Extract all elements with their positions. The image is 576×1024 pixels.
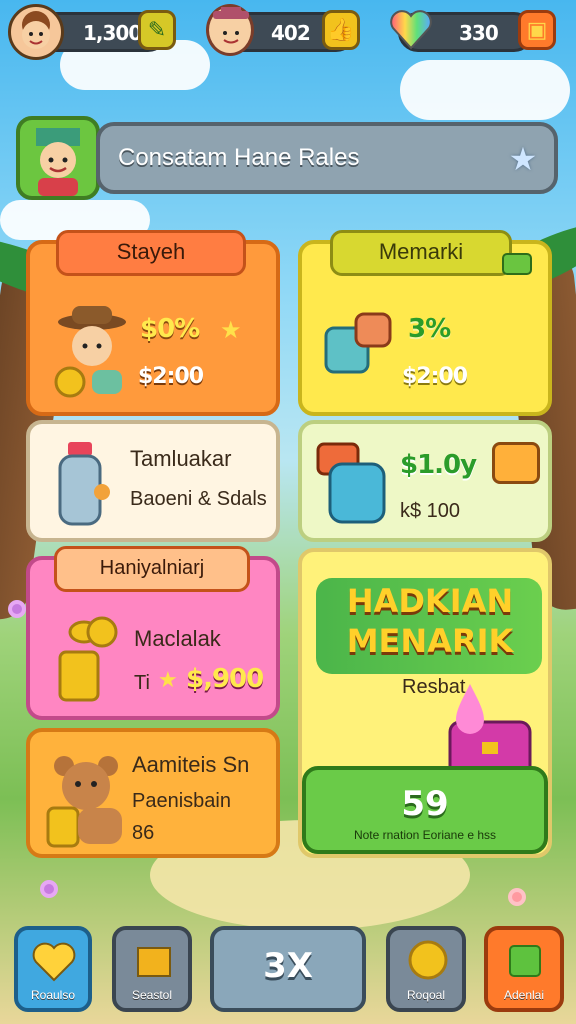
promo-count: 59 [401, 784, 449, 824]
nav-label: Roaulso [30, 988, 76, 1002]
stayeh-price: $2:00 [138, 364, 204, 389]
aamiteis-value: 86 [132, 822, 155, 844]
nav-center-button[interactable]: 3X [210, 926, 366, 1012]
gift-icon [500, 246, 534, 276]
nav-label: Seastol [131, 988, 173, 1002]
promo-claim-button[interactable]: 59 Note rnation Eoriane e hss [302, 766, 548, 854]
gift-icon [504, 938, 548, 982]
nav-label: Adenlai [503, 988, 545, 1002]
flower [8, 600, 26, 618]
stayeh-discount: $0% [140, 314, 200, 344]
gift-icon [492, 442, 540, 484]
promo-caption: Note rnation Eoriane e hss [353, 828, 497, 842]
nav-heart-button[interactable]: Roaulso [14, 926, 92, 1012]
cloud [400, 60, 570, 120]
promo-card[interactable]: HADKIAN MENARIK Resbat 59 Note rnation E… [298, 548, 552, 858]
nav-box-button[interactable]: Seastol [112, 926, 192, 1012]
nav-gift-button[interactable]: Adenlai [484, 926, 564, 1012]
nav-center-label: 3X [263, 946, 313, 986]
backpack-icon [320, 308, 396, 382]
offer-card-aamiteis[interactable]: Aamiteis Sn Paenisbain 86 [26, 728, 280, 858]
flower [508, 888, 526, 906]
tamluakar-title: Tamluakar [130, 446, 232, 471]
flower [40, 880, 58, 898]
search-input[interactable]: Consatam Hane Rales ★ [96, 122, 558, 194]
haniyaliniarj-price: $,900 [186, 664, 264, 694]
memarki-price: $2:00 [402, 364, 468, 389]
nav-coin-button[interactable]: Roqoal [386, 926, 466, 1012]
leaf-plus-icon[interactable]: ✎ [138, 10, 176, 50]
bag-sub: k$ 100 [400, 500, 461, 522]
bag-price: $1.0y [400, 450, 477, 480]
search-section: Consatam Hane Rales ★ [16, 116, 558, 200]
coins-icon [52, 612, 132, 704]
shop-icon[interactable]: ▣ [518, 10, 556, 50]
product-card-bag[interactable]: $1.0y k$ 100 [298, 420, 552, 542]
memarki-discount: 3% [408, 314, 451, 344]
haniyaliniarj-tag: Haniyalniarj [54, 546, 250, 592]
haniyaliniarj-title: Maclalak [134, 626, 221, 651]
resource-1-value: 1,300 [83, 21, 142, 45]
backpack-icon [312, 436, 392, 532]
stayeh-tag: Stayeh [56, 230, 246, 276]
aamiteis-subtitle: Paenisbain [132, 790, 231, 812]
resource-2-value: 402 [271, 21, 311, 45]
gem-drop-icon [452, 680, 488, 736]
character-badge-icon[interactable] [16, 116, 100, 200]
resource-3-value: 330 [459, 21, 499, 45]
aamiteis-title: Aamiteis Sn [132, 752, 250, 777]
promo-title-line1: HADKIAN [346, 582, 514, 620]
memarki-tag: Memarki [330, 230, 512, 276]
star-icon: ★ [158, 668, 178, 693]
bear-character-icon [44, 746, 128, 850]
nav-label: Roqoal [406, 988, 446, 1002]
top-resource-bar: 1,300 ✎ 402 👍 330 ▣ [0, 0, 576, 68]
box-icon [132, 938, 176, 982]
heart-icon [30, 936, 78, 984]
explorer-character-icon [52, 300, 132, 400]
product-card-tamluakar[interactable]: Tamluakar Baoeni & Sdals [26, 420, 280, 542]
star-icon: ★ [220, 316, 242, 344]
haniyaliniarj-prefix: Ti [134, 672, 150, 694]
search-text: Consatam Hane Rales [118, 144, 360, 171]
cowboy-avatar-icon[interactable] [206, 4, 254, 56]
boy-avatar-icon[interactable] [8, 4, 64, 60]
thumbs-up-icon[interactable]: 👍 [322, 10, 360, 50]
bottle-icon [54, 438, 110, 530]
star-icon[interactable]: ★ [504, 140, 542, 178]
tamluakar-subtitle: Baoeni & Sdals [130, 488, 267, 510]
coin-icon [406, 938, 450, 982]
promo-title-line2: MENARIK [346, 622, 514, 660]
rainbow-heart-icon [388, 6, 434, 52]
